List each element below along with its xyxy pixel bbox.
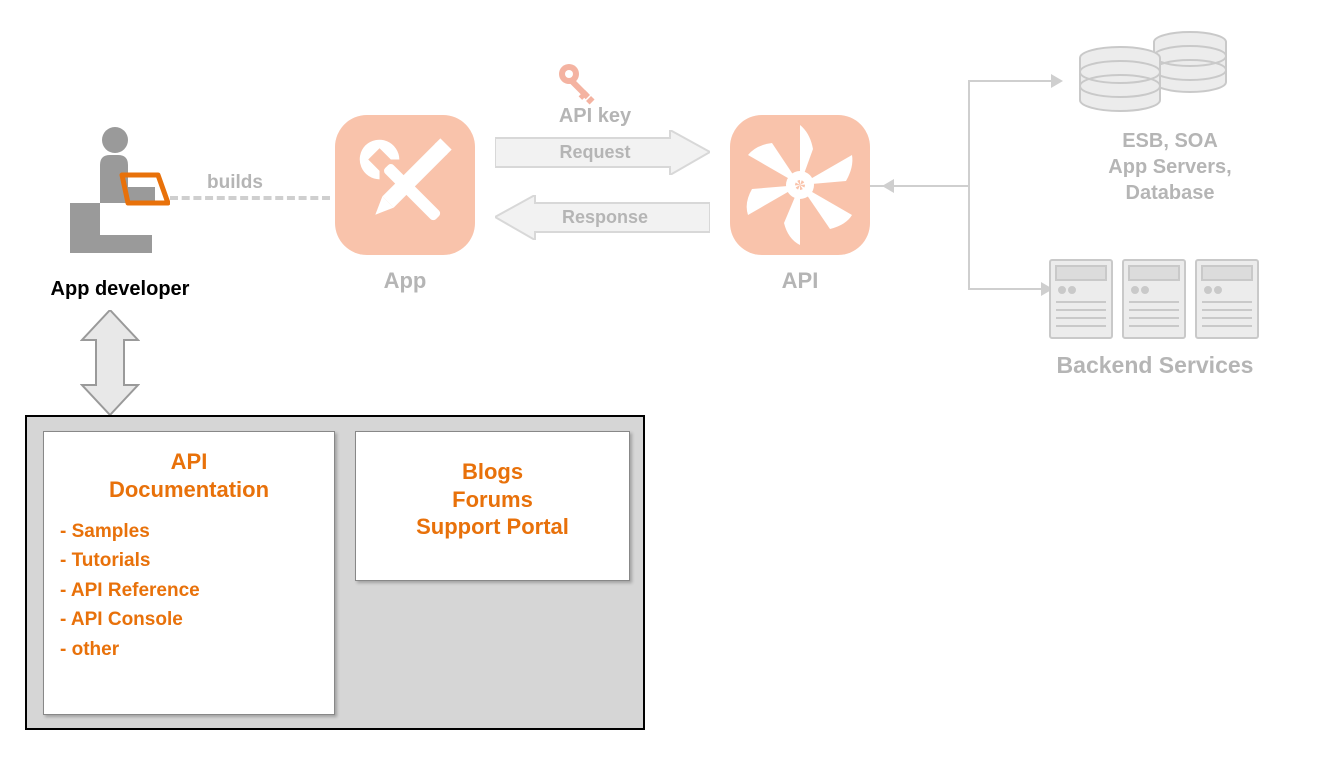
servers-icon <box>1045 255 1265 345</box>
backend-line: App Servers, <box>1108 156 1231 178</box>
list-item: - API Reference <box>60 576 318 605</box>
request-label: Request <box>520 142 670 163</box>
connector <box>968 80 1053 82</box>
app-label: App <box>335 268 475 294</box>
list-item: - other <box>60 635 318 664</box>
api-icon <box>730 115 870 255</box>
list-item: - Samples <box>60 517 318 546</box>
connector <box>968 80 970 290</box>
developer-portal-arrow <box>80 310 140 415</box>
backend-services-label: Backend Services <box>1020 352 1290 379</box>
backend-line: Database <box>1126 182 1215 204</box>
api-documentation-card: API Documentation - Samples - Tutorials … <box>43 431 335 715</box>
api-doc-title-line2: Documentation <box>109 477 269 502</box>
api-doc-title: API Documentation <box>60 448 318 503</box>
builds-connector <box>170 196 330 200</box>
community-line: Forums <box>452 487 533 512</box>
community-lines: Blogs Forums Support Portal <box>372 458 613 541</box>
arrowhead-icon <box>882 179 894 193</box>
backend-top-label: ESB, SOA App Servers, Database <box>1060 128 1280 206</box>
connector <box>968 288 1043 290</box>
api-doc-title-line1: API <box>171 449 208 474</box>
community-line: Support Portal <box>416 514 569 539</box>
community-card: Blogs Forums Support Portal <box>355 431 630 581</box>
developer-label: App developer <box>40 278 200 301</box>
api-key-label: API key <box>530 105 660 128</box>
builds-label: builds <box>195 172 275 194</box>
key-icon <box>555 60 600 105</box>
api-label: API <box>730 268 870 294</box>
list-item: - API Console <box>60 605 318 634</box>
list-item: - Tutorials <box>60 546 318 575</box>
developer-portal-container: API Documentation - Samples - Tutorials … <box>25 415 645 730</box>
app-icon <box>335 115 475 255</box>
developer-icon <box>60 125 170 255</box>
database-icon <box>1060 30 1260 115</box>
community-line: Blogs <box>462 459 523 484</box>
backend-line: ESB, SOA <box>1122 130 1218 152</box>
api-doc-list: - Samples - Tutorials - API Reference - … <box>60 517 318 664</box>
response-label: Response <box>530 207 680 228</box>
